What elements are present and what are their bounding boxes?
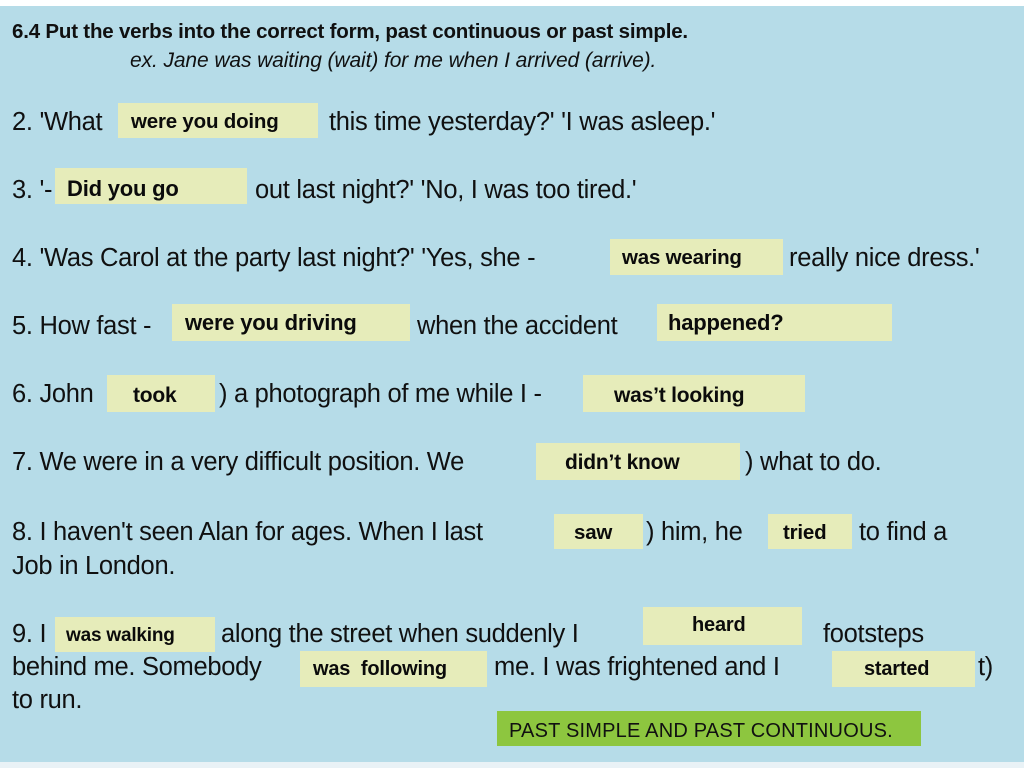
sentence-6-part-2: ) a photograph of me while I - [219, 380, 542, 408]
sentence-8-part-1: 8. I haven't seen Alan for ages. When I … [12, 518, 483, 546]
sentence-4-part-2: really nice dress.' [789, 244, 980, 272]
answer-text-5b: happened? [668, 310, 784, 335]
sentence-9-part-6: t) [978, 653, 993, 681]
answer-text-3: Did you go [67, 176, 179, 201]
sentence-4-part-1: 4. 'Was Carol at the party last night?' … [12, 244, 536, 272]
sentence-2-part-1: 2. 'What [12, 108, 103, 136]
answer-text-9b: heard [692, 614, 746, 636]
answer-text-8a: saw [574, 521, 613, 544]
sentence-2-part-2: this time yesterday?' 'I was asleep.' [329, 108, 716, 136]
example-line: ex. Jane was waiting (wait) for me when … [130, 49, 657, 72]
topic-banner-label: PAST SIMPLE AND PAST CONTINUOUS. [509, 720, 893, 742]
answer-text-9d: started [864, 658, 930, 680]
answer-text-6a: took [133, 384, 177, 407]
top-white-strip [0, 0, 1024, 6]
sentence-3-part-1: 3. '- [12, 176, 53, 204]
bottom-white-strip [0, 762, 1024, 768]
answer-text-4: was wearing [622, 246, 742, 269]
sentence-5-part-2: when the accident [417, 312, 618, 340]
answer-text-8b: tried [783, 521, 827, 544]
answer-text-5a: were you driving [185, 310, 357, 335]
sentence-8-part-4: Job in London. [12, 552, 176, 580]
sentence-3-part-2: out last night?' 'No, I was too tired.' [255, 176, 637, 204]
answer-text-6b: was’t looking [614, 384, 745, 407]
answer-text-9c: was following [313, 658, 447, 680]
slide-canvas: 6.4 Put the verbs into the correct form,… [0, 0, 1024, 768]
answer-text-2: were you doing [131, 110, 279, 133]
answer-text-9a: was walking [66, 625, 175, 646]
sentence-5-part-1: 5. How fast - [12, 312, 152, 340]
sentence-6-part-1: 6. John [12, 380, 94, 408]
page-title: 6.4 Put the verbs into the correct form,… [12, 20, 688, 43]
answer-text-7: didn’t know [565, 451, 680, 474]
sentence-7-part-2: ) what to do. [745, 448, 882, 476]
sentence-8-part-3: to find a [859, 518, 948, 546]
sentence-8-part-2: ) him, he [646, 518, 743, 546]
sentence-9-part-1: 9. I [12, 620, 47, 648]
sentence-9-part-2: along the street when suddenly I [221, 620, 579, 648]
sentence-9-part-3: footsteps [823, 620, 924, 648]
sentence-9-part-4: behind me. Somebody [12, 653, 262, 681]
sentence-7-part-1: 7. We were in a very difficult position.… [12, 448, 464, 476]
sentence-9-part-7: to run. [12, 686, 83, 714]
sentence-9-part-5: me. I was frightened and I [494, 653, 780, 681]
